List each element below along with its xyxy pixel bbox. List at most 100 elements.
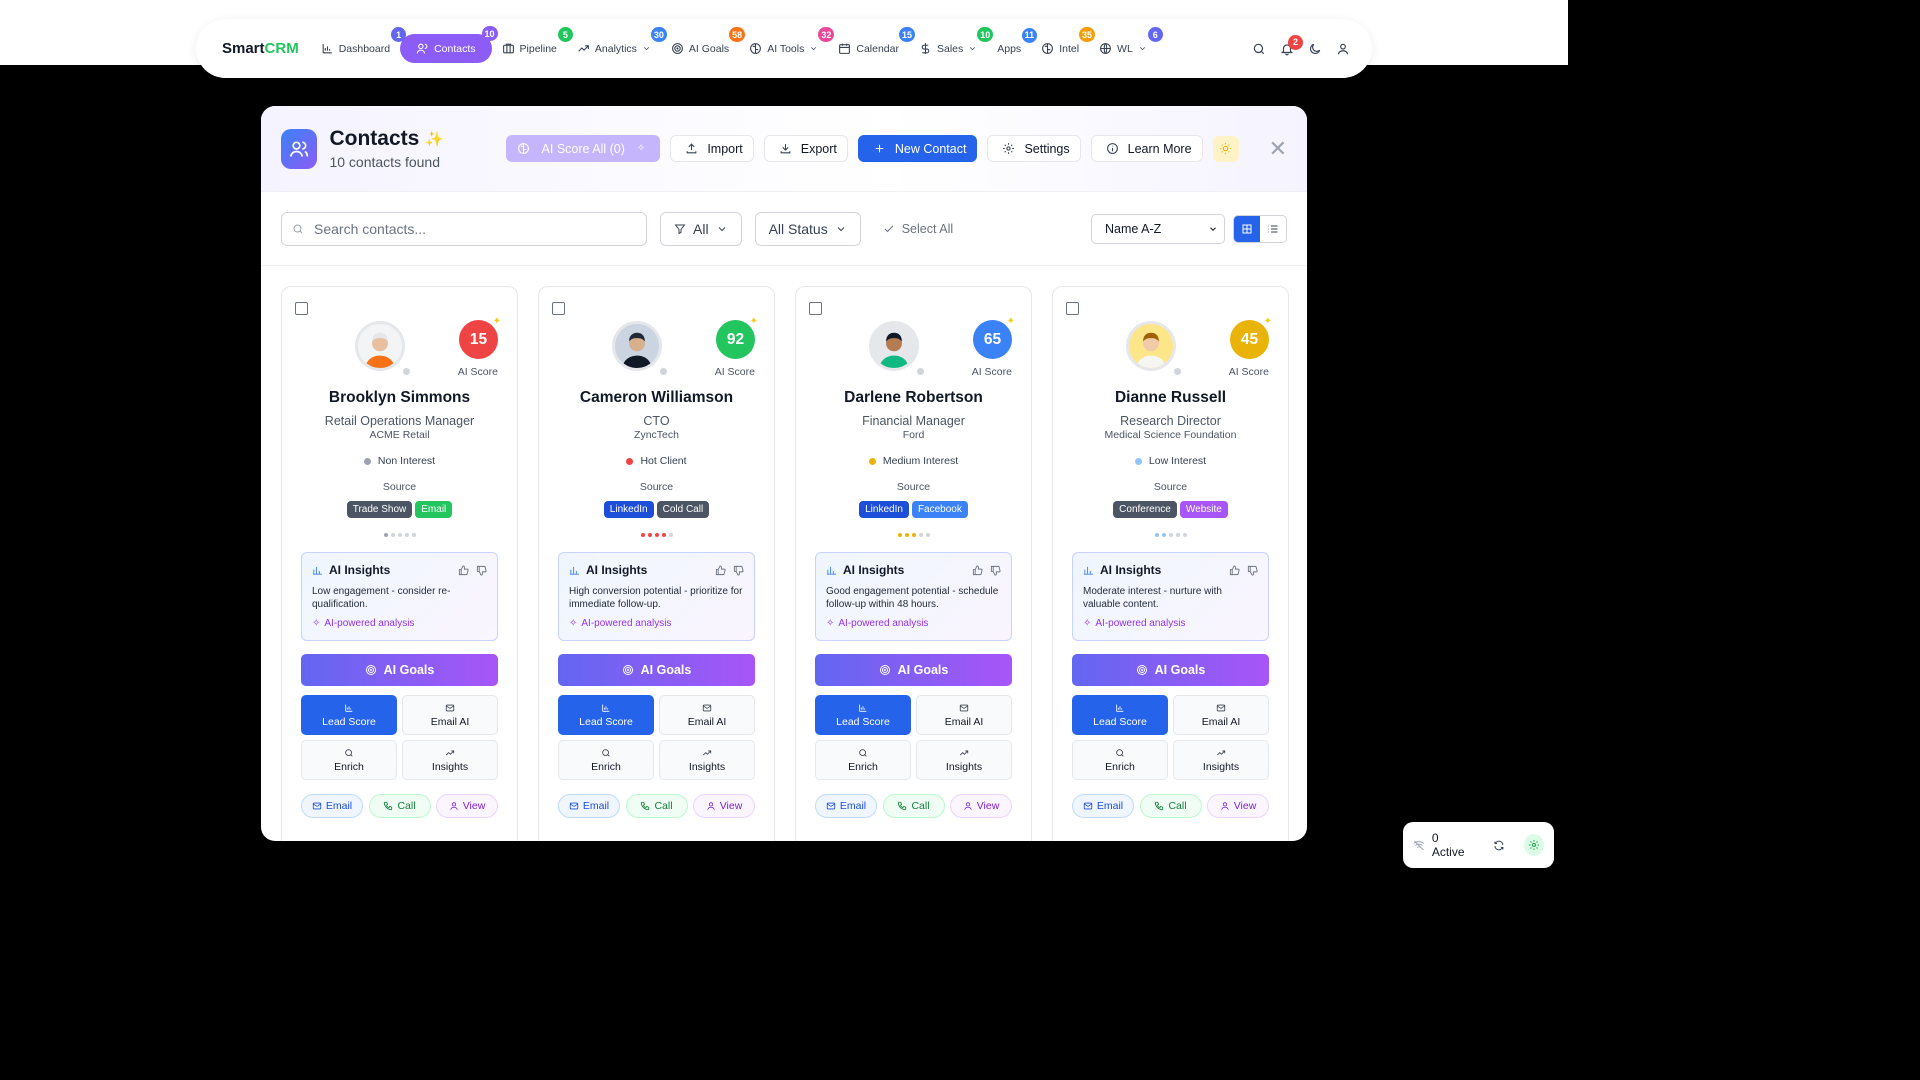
insights-button[interactable]: Insights: [659, 740, 755, 780]
ai-score-all-button[interactable]: AI Score All (0) ✧: [505, 135, 661, 162]
email-ai-button[interactable]: Email AI: [402, 695, 498, 735]
gear-icon[interactable]: [1523, 834, 1544, 856]
settings-button[interactable]: Settings: [987, 135, 1081, 162]
grid-icon: [1242, 224, 1252, 233]
ai-goals-button[interactable]: AI Goals: [301, 654, 498, 686]
insights-button[interactable]: Insights: [916, 740, 1012, 780]
moon-icon[interactable]: [1308, 42, 1322, 56]
contact-card[interactable]: 92 ✦ AI Score Cameron Williamson CTO Zyn…: [538, 286, 775, 841]
list-view-button[interactable]: [1260, 216, 1286, 242]
select-checkbox[interactable]: [295, 302, 308, 315]
lead-score-button[interactable]: Lead Score: [301, 695, 397, 735]
engagement-dot: [904, 533, 909, 537]
ai-goals-button[interactable]: AI Goals: [815, 654, 1012, 686]
bell-icon[interactable]: 2: [1280, 34, 1303, 56]
call-button[interactable]: Call: [1139, 794, 1202, 818]
nav-item-intel[interactable]: Intel 35: [1031, 27, 1096, 62]
learn-more-button[interactable]: Learn More: [1090, 135, 1203, 162]
nav-item-calendar[interactable]: Calendar 15: [828, 27, 915, 62]
contact-card[interactable]: 15 ✦ AI Score Brooklyn Simmons Retail Op…: [281, 286, 518, 841]
email-button[interactable]: Email: [815, 794, 877, 818]
nav-item-ai-tools[interactable]: AI Tools 32: [739, 27, 835, 62]
nav-item-ai-goals[interactable]: AI Goals 58: [661, 27, 746, 62]
chevron-down-icon: [718, 226, 725, 231]
search-icon[interactable]: [1252, 42, 1266, 56]
call-button[interactable]: Call: [882, 794, 945, 818]
contact-name[interactable]: Brooklyn Simmons: [282, 389, 517, 407]
thumbs-up-icon[interactable]: [458, 564, 469, 576]
type-filter[interactable]: All: [660, 211, 742, 246]
lead-score-button[interactable]: Lead Score: [558, 695, 654, 735]
view-button[interactable]: View: [950, 794, 1012, 818]
select-checkbox[interactable]: [1066, 302, 1079, 315]
avatar[interactable]: [1126, 321, 1176, 371]
enrich-button[interactable]: Enrich: [1072, 740, 1168, 780]
thumbs-up-icon[interactable]: [1229, 564, 1240, 576]
ai-score-label: AI Score: [1228, 366, 1269, 378]
engagement-dot: [411, 533, 416, 537]
search-input[interactable]: [314, 220, 614, 237]
grid-view-button[interactable]: [1234, 215, 1260, 242]
ai-powered-label: AI-powered analysis: [581, 618, 672, 629]
nav-item-dashboard[interactable]: Dashboard 1: [311, 27, 407, 62]
view-button[interactable]: View: [693, 794, 755, 818]
enrich-button[interactable]: Enrich: [558, 740, 654, 780]
new-contact-button[interactable]: New Contact: [857, 135, 978, 162]
export-button[interactable]: Export: [763, 135, 848, 162]
close-icon[interactable]: ✕: [1269, 137, 1287, 160]
lead-score-button[interactable]: Lead Score: [1072, 695, 1168, 735]
enrich-button[interactable]: Enrich: [815, 740, 911, 780]
email-button[interactable]: Email: [1072, 794, 1134, 818]
contact-card[interactable]: 45 ✦ AI Score Dianne Russell Research Di…: [1052, 286, 1289, 841]
ai-goals-button[interactable]: AI Goals: [558, 654, 755, 686]
contact-card[interactable]: 65 ✦ AI Score Darlene Robertson Financia…: [795, 286, 1032, 841]
email-button[interactable]: Email: [301, 794, 363, 818]
nav-item-wl[interactable]: WL 6: [1089, 27, 1163, 62]
contact-role: Retail Operations Manager: [324, 414, 475, 428]
refresh-icon[interactable]: [1493, 839, 1505, 852]
avatar[interactable]: [869, 321, 919, 371]
nav-item-pipeline[interactable]: Pipeline 5: [492, 27, 573, 62]
thumbs-up-icon[interactable]: [715, 564, 726, 576]
email-button[interactable]: Email: [558, 794, 620, 818]
avatar[interactable]: [355, 321, 405, 371]
ai-goals-button[interactable]: AI Goals: [1072, 654, 1269, 686]
status-filter[interactable]: All Status: [754, 211, 861, 246]
lead-score-button[interactable]: Lead Score: [815, 695, 911, 735]
email-ai-button[interactable]: Email AI: [1173, 695, 1269, 735]
thumbs-down-icon[interactable]: [1247, 565, 1258, 576]
brand-logo[interactable]: SmartCRM: [222, 40, 299, 57]
view-button[interactable]: View: [1207, 794, 1269, 818]
nav-item-analytics[interactable]: Analytics 30: [567, 27, 667, 62]
sun-icon[interactable]: [1212, 135, 1239, 162]
select-checkbox[interactable]: [809, 302, 822, 315]
chevron-down-icon: [811, 47, 817, 51]
user-icon[interactable]: [1336, 42, 1350, 56]
view-button[interactable]: View: [436, 794, 498, 818]
email-ai-button[interactable]: Email AI: [916, 695, 1012, 735]
enrich-button[interactable]: Enrich: [301, 740, 397, 780]
thumbs-up-icon[interactable]: [972, 564, 983, 576]
select-checkbox[interactable]: [552, 302, 565, 315]
sort-select[interactable]: Name A-Z: [1091, 213, 1225, 244]
chart-icon: [312, 566, 323, 575]
avatar[interactable]: [612, 321, 662, 371]
nav-item-apps[interactable]: Apps 11: [987, 27, 1038, 62]
insights-button[interactable]: Insights: [402, 740, 498, 780]
call-button[interactable]: Call: [625, 794, 688, 818]
contact-name[interactable]: Cameron Williamson: [539, 389, 774, 407]
contact-name[interactable]: Darlene Robertson: [796, 389, 1031, 407]
thumbs-down-icon[interactable]: [733, 565, 744, 576]
call-button[interactable]: Call: [368, 794, 431, 818]
sparkle-icon: ✧: [636, 143, 646, 154]
thumbs-down-icon[interactable]: [476, 565, 487, 576]
thumbs-down-icon[interactable]: [990, 565, 1001, 576]
import-button[interactable]: Import: [670, 135, 754, 162]
select-all-button[interactable]: Select All: [883, 222, 953, 236]
phone-icon: [641, 801, 650, 811]
contact-name[interactable]: Dianne Russell: [1053, 389, 1288, 407]
nav-item-sales[interactable]: Sales 10: [909, 27, 994, 62]
insights-button[interactable]: Insights: [1173, 740, 1269, 780]
nav-item-contacts[interactable]: Contacts 10: [400, 26, 498, 63]
email-ai-button[interactable]: Email AI: [659, 695, 755, 735]
